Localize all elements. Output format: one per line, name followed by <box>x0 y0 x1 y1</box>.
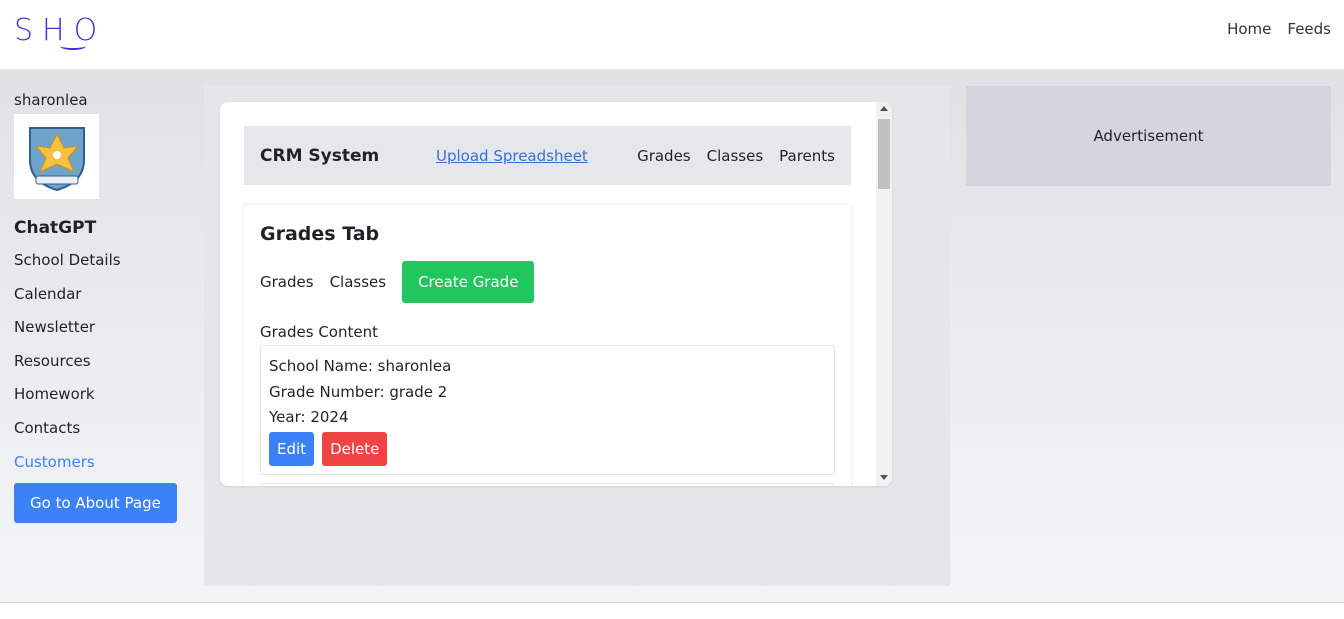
grade-number: Grade Number: grade 2 <box>269 382 448 401</box>
grades-tab-panel: Grades Tab Grades Classes Create Grade G… <box>244 205 851 486</box>
crm-scroll-card[interactable]: CRM System Upload Spreadsheet Grades Cla… <box>220 102 892 486</box>
grades-tab-title: Grades Tab <box>260 223 380 245</box>
grade-list-item: School Name: sharonlea Grade Number: gra… <box>260 345 835 475</box>
sidebar-links: School Details Calendar Newsletter Resou… <box>14 244 194 479</box>
crm-card-content: CRM System Upload Spreadsheet Grades Cla… <box>244 126 851 486</box>
page-body: sharonlea ChatGPT School Details Calenda… <box>0 69 1344 602</box>
sidebar: sharonlea ChatGPT School Details Calenda… <box>14 91 194 524</box>
sidebar-item-school-details[interactable]: School Details <box>14 244 194 278</box>
sidebar-item-calendar[interactable]: Calendar <box>14 278 194 312</box>
scroll-down-arrow-icon[interactable] <box>880 475 888 480</box>
advertisement-box[interactable]: Advertisement <box>966 86 1331 186</box>
tab-grades[interactable]: Grades <box>260 273 314 291</box>
sidebar-item-contacts[interactable]: Contacts <box>14 412 194 446</box>
school-crest-icon <box>14 114 99 199</box>
crm-nav-classes[interactable]: Classes <box>707 147 764 165</box>
sidebar-item-newsletter[interactable]: Newsletter <box>14 311 194 345</box>
card-scrollbar[interactable] <box>876 102 892 486</box>
sidebar-item-resources[interactable]: Resources <box>14 345 194 379</box>
create-grade-button[interactable]: Create Grade <box>402 261 535 303</box>
footer-divider <box>0 602 1344 603</box>
sidebar-heading: ChatGPT <box>14 218 97 238</box>
nav-link-home[interactable]: Home <box>1227 20 1271 38</box>
grade-item-actions: Edit Delete <box>269 431 826 466</box>
upload-spreadsheet-link[interactable]: Upload Spreadsheet <box>436 147 588 165</box>
go-to-about-button[interactable]: Go to About Page <box>14 483 177 524</box>
grades-content-label: Grades Content <box>260 323 378 341</box>
sidebar-username: sharonlea <box>14 91 88 109</box>
crm-title: CRM System <box>260 145 380 166</box>
scroll-thumb[interactable] <box>878 119 890 189</box>
crm-nav-parents[interactable]: Parents <box>779 147 835 165</box>
advertisement-label: Advertisement <box>1093 127 1204 145</box>
crm-nav: Grades Classes Parents <box>637 147 835 165</box>
grades-tab-row: Grades Classes Create Grade <box>260 261 835 303</box>
top-navbar: SHO Home Feeds <box>0 0 1344 69</box>
sidebar-item-customers[interactable]: Customers <box>14 446 194 480</box>
grade-year: Year: 2024 <box>269 408 349 426</box>
grade-list-item <box>260 482 835 486</box>
main-panel: CRM System Upload Spreadsheet Grades Cla… <box>204 86 950 586</box>
crm-nav-grades[interactable]: Grades <box>637 147 691 165</box>
delete-grade-button[interactable]: Delete <box>322 431 388 466</box>
sidebar-item-homework[interactable]: Homework <box>14 378 194 412</box>
logo-underline-swoosh <box>60 42 86 50</box>
crm-header-bar: CRM System Upload Spreadsheet Grades Cla… <box>244 126 851 185</box>
nav-link-feeds[interactable]: Feeds <box>1287 20 1331 38</box>
grade-school-name: School Name: sharonlea <box>269 357 452 375</box>
tab-classes[interactable]: Classes <box>330 273 387 291</box>
top-nav: Home Feeds <box>1227 20 1331 38</box>
edit-grade-button[interactable]: Edit <box>269 431 315 466</box>
scroll-up-arrow-icon[interactable] <box>880 106 888 111</box>
